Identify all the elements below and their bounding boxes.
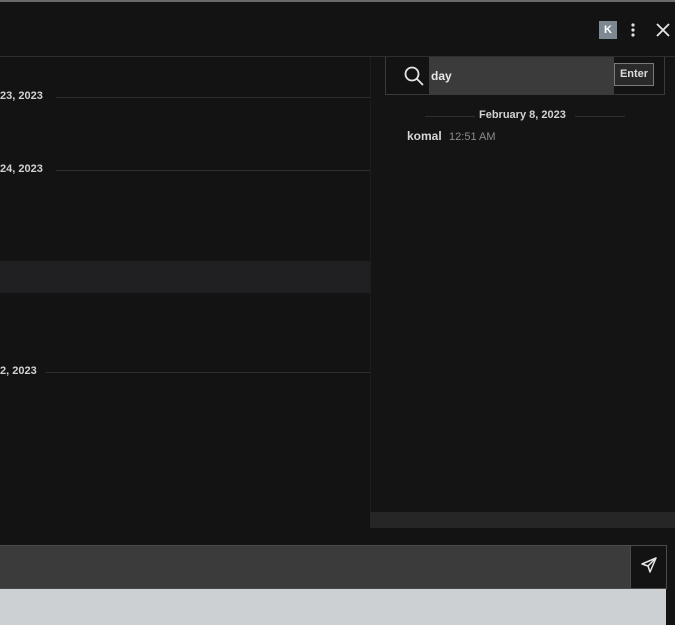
result-date-label: February 8, 2023 xyxy=(479,109,566,121)
search-panel: Enter February 8, 2023 komal 12:51 AM xyxy=(370,57,675,512)
send-icon xyxy=(640,556,658,579)
top-bar: K xyxy=(0,2,675,57)
date-separator: 23, 2023 xyxy=(0,90,370,104)
date-separator-label: 24, 2023 xyxy=(0,163,43,175)
message-input[interactable] xyxy=(0,545,630,589)
user-avatar[interactable]: K xyxy=(599,21,617,39)
result-date-separator: February 8, 2023 xyxy=(425,109,625,123)
search-input[interactable] xyxy=(429,57,614,94)
enter-button[interactable]: Enter xyxy=(614,63,654,86)
bottom-bar xyxy=(0,589,666,625)
send-button[interactable] xyxy=(630,545,667,589)
date-separator: 2, 2023 xyxy=(0,365,370,379)
result-time: 12:51 AM xyxy=(449,131,496,143)
search-panel-footer xyxy=(370,512,675,528)
date-separator-label: 2, 2023 xyxy=(0,365,37,377)
date-separator-label: 23, 2023 xyxy=(0,90,43,102)
search-result-item[interactable]: komal 12:51 AM xyxy=(407,129,496,143)
chat-messages[interactable]: 23, 2023 24, 2023 2, 2023 xyxy=(0,57,370,545)
kebab-icon[interactable] xyxy=(624,18,642,42)
result-username: komal xyxy=(407,129,442,143)
close-icon[interactable] xyxy=(652,19,674,41)
search-box: Enter xyxy=(385,57,665,95)
search-icon xyxy=(403,65,425,87)
date-separator: 24, 2023 xyxy=(0,163,370,177)
message-row-hover[interactable] xyxy=(0,261,370,293)
